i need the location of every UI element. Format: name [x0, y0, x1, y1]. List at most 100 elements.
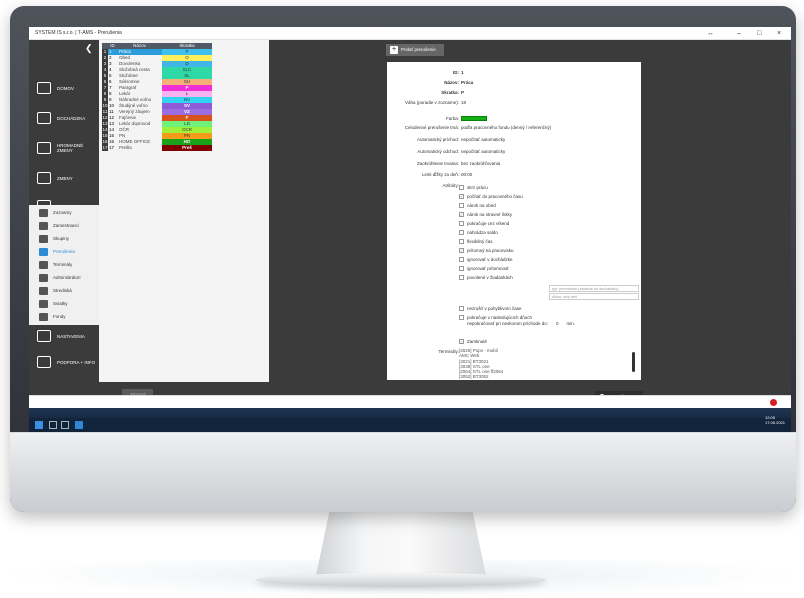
sidebar-bottom-item-1[interactable]: Podpora + Info	[29, 352, 99, 372]
attribute-label: nahrádza saldo	[467, 229, 498, 235]
attribute-label: ignorovať v dochádzke	[467, 256, 513, 262]
start-icon[interactable]	[35, 421, 43, 429]
holiday-icon	[39, 299, 48, 308]
sidebar-subitem-2[interactable]: Skupiny	[29, 232, 99, 245]
sidebar-subitem-7[interactable]: Sviatky	[29, 297, 99, 310]
start-bar	[29, 418, 791, 432]
attribute-checkbox[interactable]: pokračuje cez víkend	[459, 219, 509, 227]
sidebar-item-0[interactable]: Domov	[29, 78, 99, 98]
attribute-checkbox[interactable]: ✓ prítomný na pracovisku	[459, 246, 514, 254]
restore-icon[interactable]: ↔	[707, 27, 714, 40]
rounding-row: Zaokrúhlenie trvania: bez zaokrúhľovania	[387, 161, 641, 169]
clock-icon	[37, 112, 51, 124]
locked-checkbox[interactable]: ✓ Zamknuté	[459, 337, 487, 345]
id-value: 1	[461, 70, 464, 75]
sidebar-subitem-1[interactable]: Zamestnanci	[29, 219, 99, 232]
checkbox-icon: ✓	[459, 338, 464, 344]
sidebar-subitem-label: Prerušenia	[53, 249, 75, 254]
abbr-label: Skratka:	[441, 90, 459, 95]
sidebar-subitem-0[interactable]: Zoznamy	[29, 206, 99, 219]
checkbox-icon	[459, 314, 464, 320]
users-icon	[39, 221, 48, 230]
maximize-icon[interactable]: □	[757, 27, 761, 40]
list-panel: ID Názov Skratka 1 1 Práca P 2 2 Obed O 3 3 Dovole…	[99, 40, 269, 395]
minimize-icon[interactable]: –	[737, 27, 741, 40]
color-value[interactable]	[461, 116, 487, 122]
attribute-label: flexibilný čas	[467, 238, 493, 244]
attribute-checkbox[interactable]: ✓ nárok na stravné lístky	[459, 210, 512, 218]
app-icon[interactable]	[75, 421, 83, 429]
sidebar-item-label: Zmeny	[57, 175, 73, 181]
close-icon[interactable]: ×	[777, 27, 781, 40]
table-row[interactable]: 17 17 Prešla Preš	[102, 145, 212, 151]
calendar-icon	[37, 142, 51, 154]
attribute-checkbox[interactable]: ignorovať v dochádzke	[459, 255, 512, 263]
color-swatch[interactable]	[461, 116, 487, 122]
attribute-checkbox[interactable]: ignorovať prítomnosť	[459, 264, 509, 272]
attribute-checkbox[interactable]: povolené v žiadankách	[459, 273, 513, 281]
type-select[interactable]: typ: prerušenie (zadanie do dochádzky)	[549, 285, 639, 292]
terminal-item[interactable]: [3052] BT3052	[459, 374, 639, 379]
rounding-label: Zaokrúhlenie trvania:	[416, 161, 459, 166]
row-abbr: Preš	[162, 145, 212, 151]
interruptions-table: ID Názov Skratka 1 1 Práca P 2 2 Obed O 3 3 Dovole…	[102, 43, 212, 151]
terminals-list[interactable]: [3026] Pops - mobil AMC Web [3021] BT3021[…	[459, 348, 639, 380]
sidebar-bottom-item-0[interactable]: Nastavenia	[29, 326, 99, 346]
color-row: Farba:	[387, 116, 641, 124]
sidebar-subitem-6[interactable]: Strediská	[29, 284, 99, 297]
attribute-checkbox[interactable]: ✓ počítať do pracovného času	[459, 192, 523, 200]
checkbox-icon: ✓	[459, 193, 464, 199]
weight-value: 18	[461, 100, 467, 105]
sidebar-item-3[interactable]: Zmeny	[29, 168, 99, 188]
terminals-label: Terminály:	[438, 349, 459, 354]
length-select[interactable]: dĺžka: celý deň	[549, 293, 639, 300]
type-select-value: typ: prerušenie (zadanie do dochádzky)	[552, 287, 619, 291]
attribute-checkbox[interactable]: flexibilný čas	[459, 237, 493, 245]
attributes-row: Atribúty:	[387, 183, 641, 191]
id-row: ID: 1	[387, 70, 641, 78]
sidebar-item-2[interactable]: Hromadné zmeny	[29, 138, 99, 158]
status-line	[29, 395, 791, 408]
extra-attribute-checkbox[interactable]: pokračuje v nasledujúcich dňoch	[459, 313, 532, 321]
duration-row: Celodenné prerušenie trvá: podľa pracovné…	[387, 125, 641, 133]
stage: SYSTEM IS s.r.o. | T-AMS - Prerušenia ↔ …	[0, 0, 804, 598]
plus-icon: +	[390, 46, 398, 54]
abbr-value: P	[461, 90, 465, 95]
sidebar-subitem-8[interactable]: Fondy	[29, 310, 99, 323]
attribute-checkbox[interactable]: nahrádza saldo	[459, 228, 498, 236]
interruption-icon	[39, 247, 48, 256]
sidebar-item-1[interactable]: Dochádzka	[29, 108, 99, 128]
weight-row: Váha (poradie v zozname): 18	[387, 100, 641, 108]
color-label: Farba:	[445, 116, 459, 121]
extra-attribute-checkbox[interactable]: nezrušiť v pohyblivom čase	[459, 304, 521, 312]
fund-icon	[39, 312, 48, 321]
task-view-icon[interactable]	[61, 421, 69, 429]
status-indicator-icon	[770, 399, 777, 406]
attribute-label: skrz prácu	[467, 184, 488, 190]
early-arrival-row: nepokračovať pri neskorom príchode do: 0…	[467, 321, 575, 326]
checkbox-icon	[459, 274, 464, 280]
name-row: Názov: Práca	[387, 80, 641, 88]
early-arrival-input[interactable]: 0	[549, 321, 565, 326]
attribute-label: nárok na stravné lístky	[467, 211, 513, 217]
extra-attribute-label: nezrušiť v pohyblivom čase	[467, 305, 522, 311]
checkbox-icon: ✓	[459, 247, 464, 253]
sidebar-item-label: Hromadné zmeny	[57, 143, 84, 153]
sidebar-subitem-4[interactable]: Terminály	[29, 258, 99, 271]
early-arrival-label: nepokračovať pri neskorom príchode do:	[467, 321, 548, 326]
sidebar-subitem-5[interactable]: Administrátori	[29, 271, 99, 284]
collapse-icon[interactable]: ❮	[85, 43, 93, 54]
search-icon[interactable]	[49, 421, 57, 429]
attribute-checkbox[interactable]: skrz prácu	[459, 183, 488, 191]
terminals-scrollbar[interactable]	[632, 352, 635, 372]
duration-value: podľa pracovného fondu (denný / referenč…	[461, 125, 552, 130]
list-icon	[39, 208, 48, 217]
length-select-value: dĺžka: celý deň	[552, 295, 578, 299]
checkbox-icon: ✓	[459, 211, 464, 217]
sidebar-bottom-label: Podpora + Info	[57, 359, 96, 365]
add-interruption-button[interactable]: + Pridať prerušenie	[386, 44, 444, 56]
sidebar-subitem-label: Fondy	[53, 314, 66, 319]
checkbox-icon	[459, 265, 464, 271]
sidebar-subitem-3[interactable]: Prerušenia	[29, 245, 99, 258]
attribute-checkbox[interactable]: nárok na obed	[459, 201, 496, 209]
